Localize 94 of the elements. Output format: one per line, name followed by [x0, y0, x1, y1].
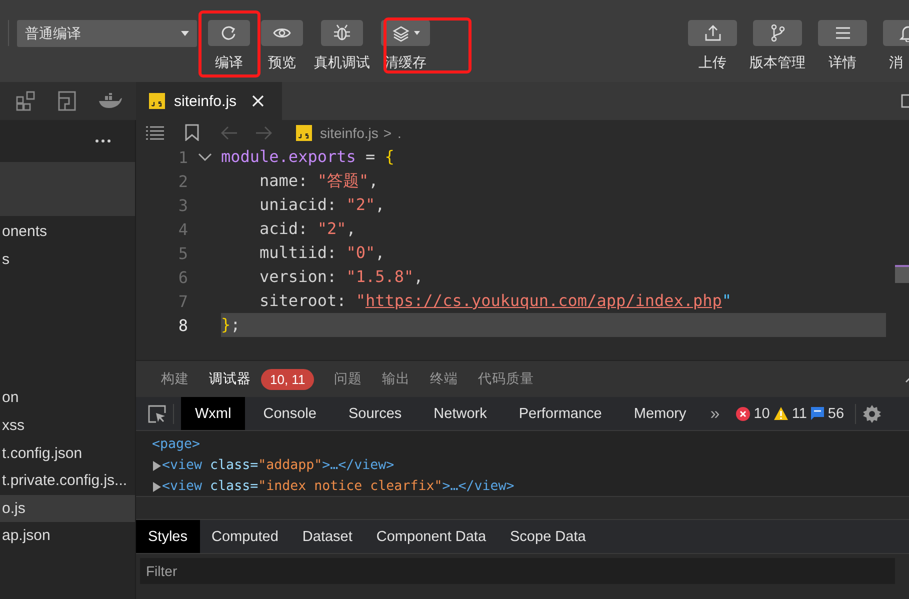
devtools-tab[interactable]: Network — [420, 397, 501, 430]
file-item[interactable]: s — [0, 246, 135, 274]
inspect-icon[interactable] — [148, 404, 166, 422]
fold-caret-icon[interactable] — [198, 152, 212, 162]
button-label[interactable]: 消 — [889, 54, 903, 72]
refresh-icon — [220, 24, 238, 42]
more-icon[interactable] — [95, 139, 111, 143]
panel-tab[interactable]: 代码质量 — [478, 370, 534, 388]
devtools-tab[interactable]: Memory — [620, 397, 700, 430]
line-number: 5 — [177, 244, 188, 262]
expand-triangle-icon[interactable] — [152, 482, 162, 492]
breadcrumb-item[interactable]: siteinfo.js — [320, 124, 378, 140]
line-number: 6 — [177, 268, 188, 286]
devtools-tab[interactable]: Console — [249, 397, 330, 430]
toolbar-button[interactable] — [753, 20, 802, 46]
button-label[interactable]: 预览 — [268, 54, 296, 72]
filter-field[interactable]: Filter — [140, 558, 895, 584]
line-number: 3 — [177, 196, 188, 214]
js-file-icon — [296, 124, 312, 140]
layout-icon[interactable] — [58, 91, 76, 111]
code-line: acid: "2", — [258, 218, 357, 240]
file-item[interactable]: t.config.json — [0, 439, 135, 467]
branch-icon — [768, 24, 786, 42]
panel-tab[interactable]: 调试器 10, 11 — [209, 368, 314, 390]
panel-tab[interactable]: 终端 — [430, 370, 458, 388]
error-icon — [736, 406, 750, 420]
editor-tab[interactable]: siteinfo.js — [136, 82, 282, 120]
whale-icon[interactable] — [98, 93, 122, 109]
settings-icon[interactable] — [863, 404, 882, 422]
toolbar-button[interactable] — [321, 20, 363, 46]
js-file-icon — [149, 93, 165, 109]
warning-count[interactable]: 11 — [792, 406, 807, 422]
devtools-tab[interactable]: Performance — [504, 397, 616, 430]
element-node[interactable]: <page> — [152, 434, 909, 455]
code-line: version: "1.5.8", — [258, 266, 424, 288]
code-line: module.exports = { — [221, 146, 396, 168]
count-badge: 10, 11 — [261, 368, 314, 390]
toolbar-button[interactable] — [688, 20, 737, 46]
outline-icon[interactable] — [146, 126, 164, 140]
line-number: 2 — [177, 172, 188, 190]
warning-icon — [774, 407, 788, 420]
panel-tab[interactable]: 问题 — [334, 370, 362, 388]
file-item[interactable]: on — [0, 384, 135, 412]
styles-tab[interactable]: Styles — [136, 520, 200, 553]
devtools-tab[interactable]: Sources — [334, 397, 416, 430]
code-line: multiid: "0", — [258, 242, 386, 264]
line-number: 1 — [177, 148, 188, 166]
toolbar-button[interactable] — [818, 20, 867, 46]
file-item[interactable]: onents — [0, 218, 135, 246]
bug-icon — [333, 24, 351, 42]
line-number: 8 — [177, 316, 188, 334]
code-line: siteroot: "https://cs.youkuqun.com/app/index.php" — [258, 290, 733, 312]
line-number: 7 — [177, 292, 188, 310]
styles-tab[interactable]: Component Data — [364, 520, 498, 553]
message-count[interactable]: 56 — [828, 406, 844, 422]
split-icon[interactable] — [901, 94, 909, 108]
panel-tab[interactable]: 构建 — [161, 370, 189, 388]
code-line: name: "答题", — [258, 170, 380, 192]
toolbar-button[interactable] — [261, 20, 303, 46]
layers-icon — [392, 24, 410, 42]
expand-triangle-icon[interactable] — [152, 460, 162, 470]
button-label[interactable]: 版本管理 — [750, 54, 806, 72]
element-node[interactable]: <view class="index notice clearfix">…</view> — [152, 476, 909, 496]
toolbar-button[interactable] — [208, 20, 250, 46]
button-label[interactable]: 详情 — [828, 54, 856, 72]
close-icon[interactable] — [252, 95, 264, 107]
error-count[interactable]: 10 — [754, 406, 770, 422]
components-icon[interactable] — [16, 91, 36, 111]
button-label[interactable]: 真机调试 — [314, 54, 370, 72]
caret-icon — [414, 31, 420, 35]
panel-tab[interactable]: 输出 — [382, 370, 410, 388]
compile-mode-dropdown[interactable]: 普通编译 — [17, 20, 197, 47]
annotation-box — [198, 10, 260, 78]
file-item[interactable]: xss — [0, 412, 135, 440]
breadcrumb-item[interactable]: . — [398, 124, 402, 140]
file-item[interactable]: ap.json — [0, 522, 135, 550]
styles-tab[interactable]: Scope Data — [498, 520, 598, 553]
file-item[interactable]: t.private.config.js... — [0, 466, 135, 495]
code-line: uniacid: "2", — [258, 194, 386, 216]
file-item[interactable]: o.js — [0, 494, 135, 522]
line-number: 4 — [177, 220, 188, 238]
element-node[interactable]: <view class="addapp">…</view> — [152, 455, 909, 476]
styles-tab[interactable]: Dataset — [290, 520, 364, 553]
message-icon — [810, 407, 824, 420]
toolbar-button[interactable] — [381, 20, 430, 46]
button-label[interactable]: 编译 — [215, 54, 243, 72]
button-label[interactable]: 上传 — [698, 54, 726, 72]
styles-tab[interactable]: Computed — [200, 520, 290, 553]
upload-icon — [704, 24, 722, 42]
caret-icon — [181, 31, 189, 36]
more-tabs-button[interactable]: » — [710, 404, 720, 424]
devtools-tab[interactable]: Wxml — [181, 397, 246, 430]
bookmark-icon[interactable] — [185, 124, 199, 141]
breadcrumb-separator: > — [383, 124, 392, 140]
